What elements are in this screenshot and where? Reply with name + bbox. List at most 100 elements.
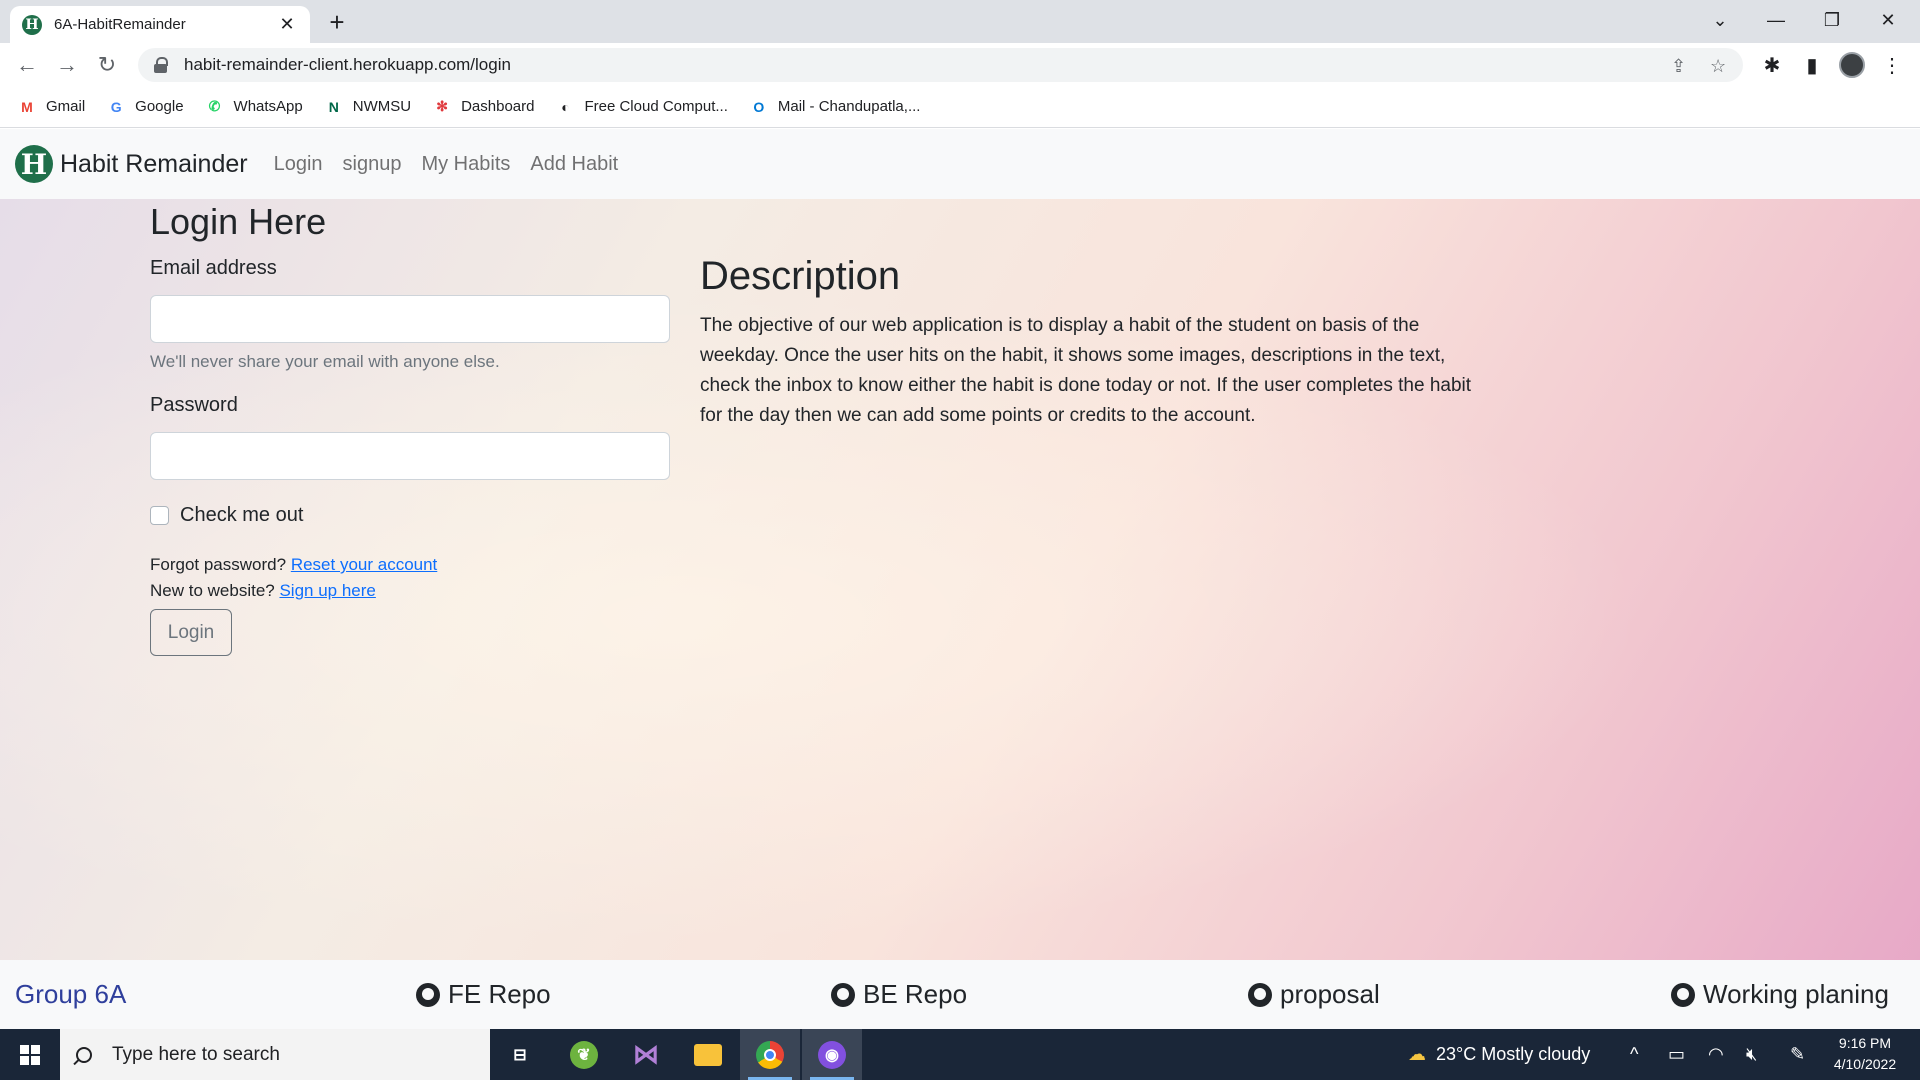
pen-icon[interactable]: ✎ [1790,1029,1805,1080]
clock-time: 9:16 PM [1838,1035,1892,1051]
whatsapp-icon: ✆ [208,98,221,114]
new-tab-button[interactable]: + [322,7,352,37]
forgot-password-line: Forgot password? Reset your account [150,555,670,575]
spring-icon: ❦ [570,1040,598,1069]
github-icon [1671,982,1695,1007]
check-me-out-checkbox[interactable] [150,506,169,525]
side-panel-icon[interactable]: ▮ [1796,49,1828,81]
dashboard-icon: ✻ [436,98,448,114]
forward-button[interactable]: → [51,49,83,81]
brand-link[interactable]: H Habit Remainder [15,145,248,183]
habit-logo-icon: H [15,145,53,183]
check-me-out-label[interactable]: Check me out [180,504,303,527]
bookmark-gmail[interactable]: M Gmail [18,98,85,116]
tab-search-icon[interactable]: ⌄ [1692,0,1748,40]
email-field[interactable] [150,295,670,343]
be-repo-link[interactable]: BE Repo [831,979,967,1010]
check-me-out-row: Check me out [150,504,670,527]
sign-up-link[interactable]: Sign up here [279,581,375,600]
description-title: Description [700,254,901,298]
wifi-icon[interactable]: ◠ [1708,1029,1724,1080]
show-hidden-icons-button[interactable]: ^ [1630,1029,1638,1080]
battery-icon[interactable]: ▭ [1668,1029,1685,1080]
visual-studio-button[interactable]: ⋈ [616,1029,676,1080]
volume-muted-icon[interactable]: 🔇︎ [1746,1029,1757,1080]
bookmark-mail-chandupatla[interactable]: O Mail - Chandupatla,... [750,98,921,116]
reload-button[interactable]: ↻ [91,49,123,81]
bookmark-nwmsu[interactable]: N NWMSU [325,98,411,116]
avatar [1839,52,1865,78]
visual-studio-icon: ⋈ [633,1039,659,1069]
proposal-link[interactable]: proposal [1248,979,1380,1010]
google-icon: G [110,98,122,115]
back-button[interactable]: ← [11,49,43,81]
proposal-label: proposal [1280,979,1380,1009]
habit-favicon-icon: H [22,14,42,35]
taskbar-search[interactable]: Type here to search [60,1029,490,1080]
nav-signup[interactable]: signup [343,153,402,176]
github-icon [1248,982,1272,1007]
weather-text: 23°C Mostly cloudy [1436,1044,1591,1064]
password-label: Password [150,394,238,416]
description-text: The objective of our web application is … [700,315,1472,426]
start-button[interactable] [0,1029,60,1080]
working-planing-link[interactable]: Working planing [1671,979,1889,1010]
address-bar[interactable]: habit-remainder-client.herokuapp.com/log… [138,48,1743,82]
search-placeholder: Type here to search [112,1043,280,1065]
brand-name: Habit Remainder [60,149,248,178]
bookmark-google[interactable]: G Google [107,98,184,116]
app-footer: Group 6A FE Repo BE Repo proposal Workin… [0,960,1920,1029]
bookmark-free-cloud-comput[interactable]: ◐ Free Cloud Comput... [556,98,728,116]
lock-icon[interactable] [152,56,170,74]
group-name[interactable]: Group 6A [15,979,126,1010]
nwmsu-icon: N [328,98,339,115]
windows-logo-icon [20,1044,40,1065]
password-field[interactable] [150,432,670,480]
email-label: Email address [150,257,277,279]
bookmark-star-icon[interactable]: ☆ [1710,56,1726,77]
nav-my-habits[interactable]: My Habits [421,153,510,176]
chrome-button[interactable] [740,1029,800,1080]
gmail-icon: M [21,98,33,115]
bookmarks-bar: M Gmail G Google ✆ WhatsApp N NWMSU ✻ Dashboard ◐ F… [0,86,1920,128]
close-window-button[interactable]: ✕ [1860,0,1916,40]
reset-account-link[interactable]: Reset your account [291,555,437,574]
tab-title: 6A-HabitRemainder [54,16,186,33]
close-tab-icon[interactable]: ✕ [276,14,298,35]
url-text: habit-remainder-client.herokuapp.com/log… [184,55,511,74]
be-repo-label: BE Repo [863,979,968,1009]
new-to-website-text: New to website? [150,581,275,600]
task-view-button[interactable]: ⊟ [490,1029,550,1080]
github-desktop-button[interactable]: ◉ [802,1029,862,1080]
bookmark-whatsapp[interactable]: ✆ WhatsApp [206,98,303,116]
description-section: Description The objective of our web app… [700,254,1490,431]
bookmark-dashboard[interactable]: ✻ Dashboard [433,98,534,116]
clock[interactable]: 9:16 PM 4/10/2022 [1820,1033,1910,1075]
profile-avatar[interactable] [1836,49,1868,81]
cloudy-weather-icon: ☁ [1408,1044,1426,1064]
main-content: Login Here Email address We'll never sha… [0,199,1920,960]
spring-tool-button[interactable]: ❦ [554,1029,614,1080]
bookmark-label: Mail - Chandupatla,... [777,98,921,115]
forgot-password-text: Forgot password? [150,555,287,574]
outlook-icon: O [753,98,765,115]
login-button[interactable]: Login [150,609,232,656]
task-view-icon: ⊟ [513,1046,527,1064]
fe-repo-link[interactable]: FE Repo [416,979,551,1010]
restore-button[interactable]: ❐ [1804,0,1860,40]
nav-login[interactable]: Login [274,153,323,176]
share-icon[interactable]: ⇪ [1671,56,1686,77]
minimize-button[interactable]: — [1748,0,1804,40]
chrome-icon [756,1040,784,1069]
bookmark-label: Free Cloud Comput... [584,98,728,115]
bookmark-label: Gmail [46,98,86,115]
bookmark-label: WhatsApp [233,98,303,115]
windows-taskbar: Type here to search ⊟ ❦ ⋈ ◉ ☁ 23°C Mostl… [0,1029,1920,1080]
menu-icon[interactable]: ⋮ [1876,49,1908,81]
weather-widget[interactable]: ☁ 23°C Mostly cloudy [1408,1029,1590,1080]
login-form: Login Here Email address We'll never sha… [150,199,670,656]
nav-add-habit[interactable]: Add Habit [530,153,618,176]
file-explorer-button[interactable] [678,1029,738,1080]
browser-tab[interactable]: H 6A-HabitRemainder ✕ [10,6,310,43]
extensions-icon[interactable]: ✱ [1756,49,1788,81]
